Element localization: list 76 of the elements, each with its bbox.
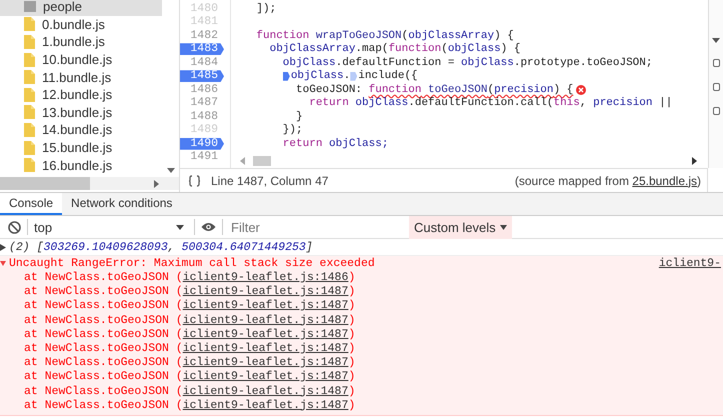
clear-console-icon[interactable] (8, 220, 21, 234)
file-tree-item[interactable]: 12.bundle.js (0, 86, 162, 104)
file-icon (24, 140, 35, 155)
file-tree-item[interactable]: 14.bundle.js (0, 121, 162, 139)
stack-frame: at NewClass.toGeoJSON (iclient9-leaflet.js:1487) (0, 328, 723, 342)
dropdown-caret-icon[interactable] (712, 38, 720, 43)
file-icon (24, 52, 35, 67)
source-link[interactable]: iclient9-leaflet.js:1487 (182, 285, 348, 298)
dropdown-caret-icon (176, 224, 184, 230)
code-line: function wrapToGeoJSON(objClassArray) { (255, 30, 514, 42)
line-number[interactable]: 1483 (180, 43, 224, 56)
file-tree-item[interactable]: 11.bundle.js (0, 68, 162, 86)
file-icon (24, 17, 35, 32)
code-line: return objClass; (282, 138, 388, 150)
file-icon (24, 34, 35, 49)
log-levels-dropdown[interactable]: Custom levels (409, 216, 512, 238)
source-link[interactable]: iclient9-leaflet.js:1487 (182, 342, 348, 355)
cursor-position: Line 1487, Column 47 (211, 174, 328, 188)
stack-frame: at NewClass.toGeoJSON (iclient9-leaflet.js:1487) (0, 285, 723, 300)
stack-frame: at NewClass.toGeoJSON (iclient9-leaflet.js:1487) (0, 398, 723, 413)
context-selector[interactable]: top (34, 220, 188, 234)
code-line: return objClass.defaultFunction.call(this, precision || (308, 97, 672, 110)
stack-frame: at NewClass.toGeoJSON (iclient9-leaflet.js:1487) (0, 342, 723, 356)
code-line: ]); (255, 2, 276, 15)
scrollbar-thumb[interactable] (0, 177, 90, 190)
code-line: objClass. include({ (230, 70, 418, 82)
code-line: } (295, 110, 303, 123)
file-tree-item[interactable]: 1.bundle.js (0, 33, 162, 51)
code-line: }); (282, 124, 303, 136)
drawer-tab[interactable]: Network conditions (62, 193, 182, 215)
source-link[interactable]: iclient9-leaflet.js:1487 (182, 384, 348, 398)
code-line: objClass.defaultFunction = objClass.prototype.toGeoJSON; (282, 56, 652, 69)
file-icon (24, 88, 35, 102)
code-line: toGeoJSON: function toGeoJSON(precision) { (295, 84, 574, 96)
file-icon (24, 70, 35, 84)
source-link[interactable]: iclient9-leaflet.js:1486 (182, 271, 348, 284)
pretty-print-icon[interactable] (188, 174, 201, 186)
stack-frame: at NewClass.toGeoJSON (iclient9-leaflet.js:1486) (0, 271, 723, 286)
source-link[interactable]: iclient9-leaflet.js:1487 (182, 299, 348, 312)
source-map-note: (source mapped from 25.bundle.js) (514, 174, 701, 188)
file-tree-item[interactable]: 0.bundle.js (0, 16, 162, 34)
scroll-right-icon[interactable] (692, 156, 697, 164)
line-number[interactable]: 1485 (180, 70, 224, 82)
source-link[interactable]: iclient9-leaflet.js:1487 (182, 398, 348, 412)
scrollbar-thumb[interactable] (253, 156, 271, 166)
stack-frame: at NewClass.toGeoJSON (iclient9-leaflet.js:1487) (0, 299, 723, 314)
code-line: objClassArray.map(function(objClass) { (268, 43, 520, 56)
stack-frame: at NewClass.toGeoJSON (iclient9-leaflet.js:1487) (0, 370, 723, 384)
stack-frame: at NewClass.toGeoJSON (iclient9-leaflet.js:1487) (0, 314, 723, 328)
source-link[interactable]: iclient9-leaflet.js:1487 (182, 356, 348, 370)
drawer-tab[interactable]: Console (0, 193, 62, 215)
file-tree-item[interactable]: 16.bundle.js (0, 156, 162, 174)
console-log-text: (2) [303269.10409628093, 500304.64071449253] (9, 240, 313, 254)
source-link[interactable]: iclient9-leaflet.js:1487 (182, 328, 348, 341)
stack-frame: at NewClass.toGeoJSON (iclient9-leaflet.js:1487) (0, 384, 723, 399)
dropdown-caret-icon (500, 224, 507, 230)
file-tree-item[interactable]: 15.bundle.js (0, 138, 162, 156)
source-link[interactable]: iclient9-leaflet.js:1487 (182, 314, 348, 327)
folder-icon (24, 1, 36, 12)
scroll-down-icon[interactable] (166, 168, 174, 173)
file-tree-item[interactable]: people (0, 0, 162, 16)
eye-icon[interactable] (201, 222, 216, 232)
stack-frame: at NewClass.toGeoJSON (iclient9-leaflet.js:1487) (0, 356, 723, 370)
file-icon (24, 122, 35, 137)
file-tree-item[interactable]: 13.bundle.js (0, 104, 162, 122)
expand-triangle-icon[interactable] (0, 244, 6, 250)
file-icon (24, 105, 35, 120)
source-link[interactable]: 25.bundle.js (632, 174, 697, 188)
line-number[interactable]: 1490 (180, 138, 224, 150)
error-message: Uncaught RangeError: Maximum call stack size exceeded (9, 257, 375, 270)
source-link[interactable]: iclient9- (658, 257, 721, 270)
file-tree-item[interactable]: 10.bundle.js (0, 50, 162, 68)
source-link[interactable]: iclient9-leaflet.js:1487 (182, 370, 348, 384)
collapse-triangle-icon[interactable] (0, 260, 6, 267)
inline-breakpoint-icon[interactable] (282, 72, 290, 81)
file-icon (24, 158, 35, 172)
